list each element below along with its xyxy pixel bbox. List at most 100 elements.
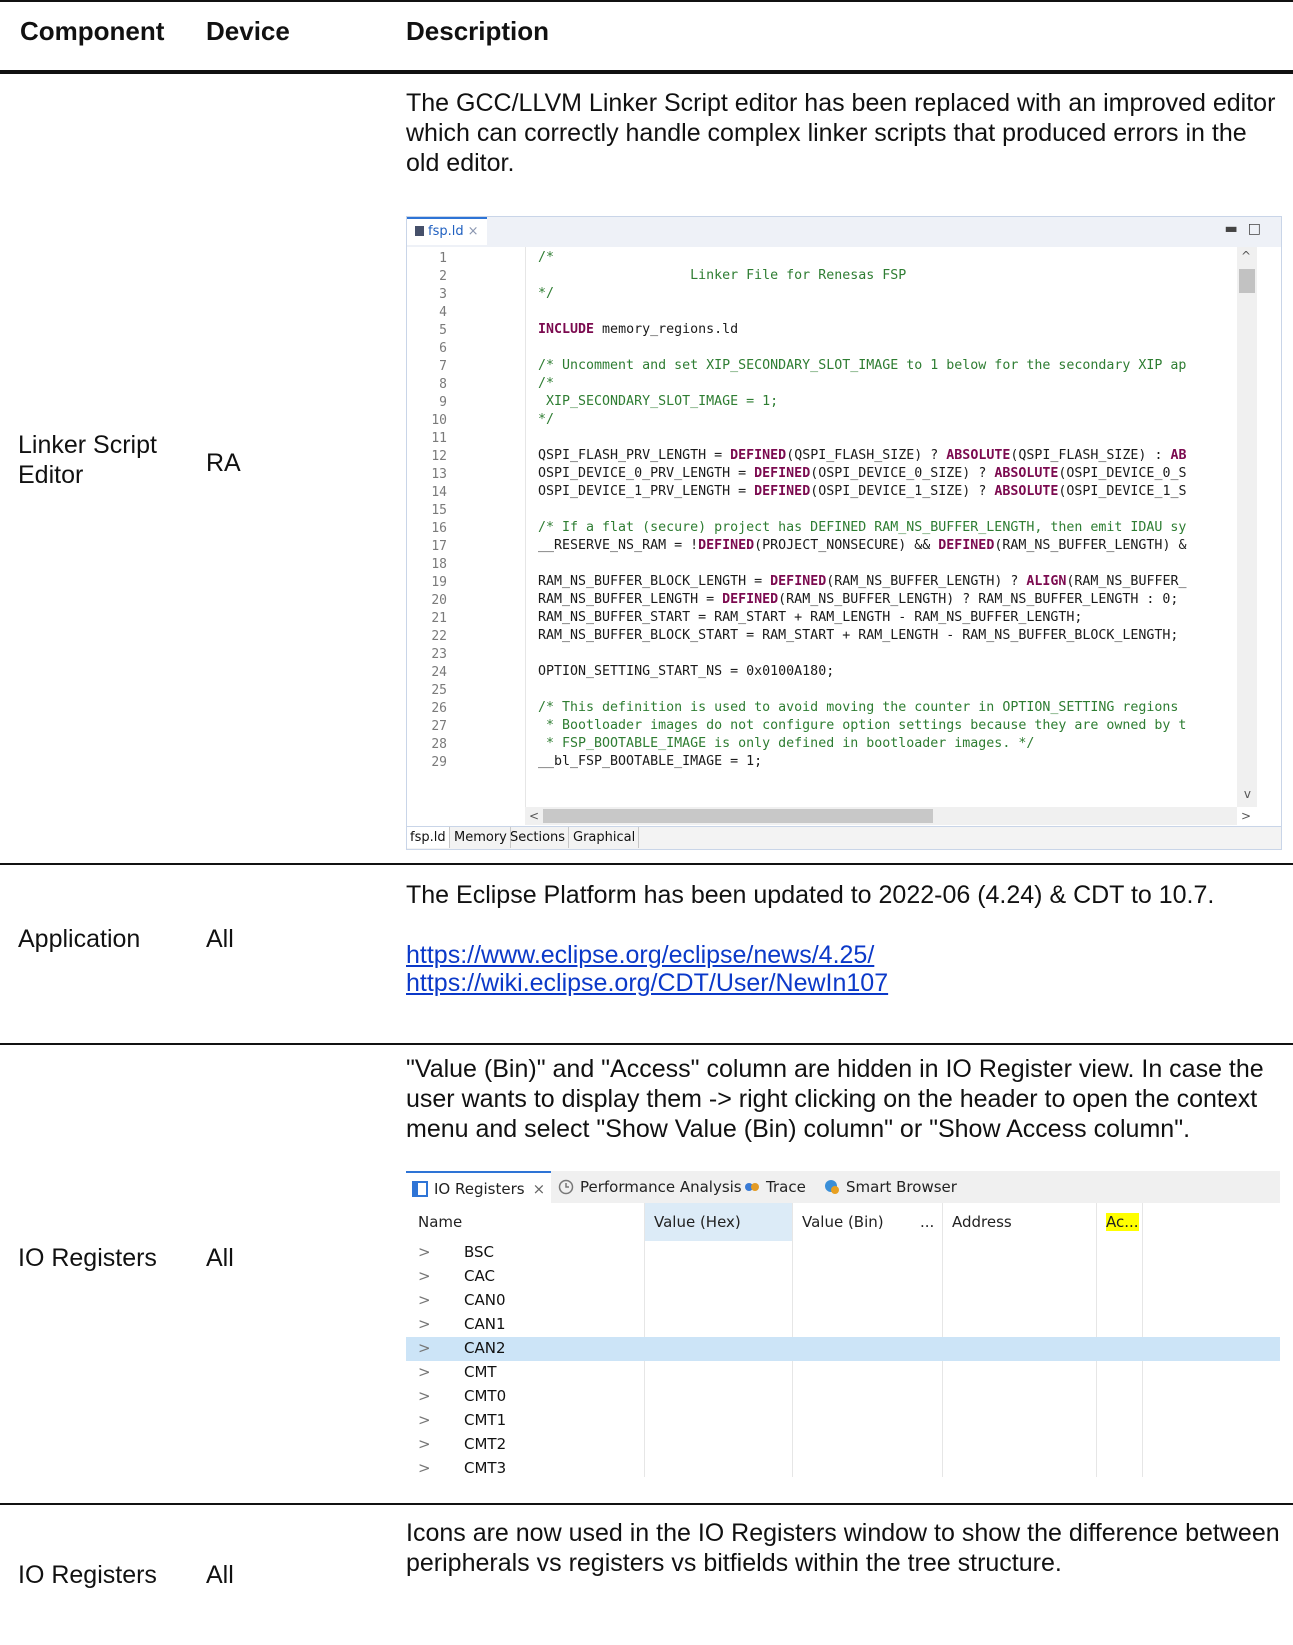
line-number: 8 — [439, 377, 447, 392]
code-line: /* — [538, 250, 555, 265]
scroll-left-icon[interactable]: < — [529, 809, 539, 823]
row2-description: The Eclipse Platform has been updated to… — [406, 881, 1215, 909]
code-area[interactable]: /* Linker File for Renesas FSP */ INCLUD… — [525, 247, 1238, 807]
trace-icon — [744, 1174, 760, 1206]
scrollbar-thumb[interactable] — [1239, 269, 1255, 293]
bottom-tab-graphical[interactable]: Graphical — [570, 827, 640, 848]
code-line: * Bootloader images do not configure opt… — [538, 718, 1187, 733]
row-rule — [0, 1043, 1293, 1045]
line-number: 13 — [431, 467, 447, 482]
chevron-right-icon[interactable]: > — [418, 1435, 431, 1453]
line-number: 16 — [431, 521, 447, 536]
tab-smart-browser[interactable]: Smart Browser — [824, 1171, 957, 1203]
column-access[interactable]: Ac... — [1106, 1213, 1139, 1231]
line-number: 12 — [431, 449, 447, 464]
chevron-right-icon[interactable]: > — [418, 1267, 431, 1285]
code-text: (OSPI_DEVICE_0_S — [1058, 466, 1187, 481]
table-row[interactable]: > CAN1 — [406, 1313, 1280, 1337]
table-row[interactable]: > BSC — [406, 1241, 1280, 1265]
scroll-up-icon[interactable]: ^ — [1241, 249, 1251, 263]
chevron-right-icon[interactable]: > — [418, 1387, 431, 1405]
register-name: CMT2 — [464, 1435, 507, 1453]
row1-description: The GCC/LLVM Linker Script editor has be… — [406, 89, 1276, 177]
horizontal-scrollbar[interactable] — [525, 807, 1237, 825]
line-number: 2 — [439, 269, 447, 284]
bottom-tab-memory[interactable]: Memory — [451, 827, 511, 848]
linker-script-editor: fsp.ld × ▬□ 1 2 3 4 5 6 7 8 9 10 11 12 13… — [406, 216, 1282, 850]
tab-trace[interactable]: Trace — [744, 1171, 806, 1203]
chevron-right-icon[interactable]: > — [418, 1459, 431, 1477]
keyword: ALIGN — [1026, 574, 1067, 589]
scrollbar-thumb[interactable] — [543, 809, 933, 823]
code-text: (RAM_NS_BUFFER_ — [1066, 574, 1187, 589]
table-row[interactable]: > CAN0 — [406, 1289, 1280, 1313]
code-line: /* Uncomment and set XIP_SECONDARY_SLOT_… — [538, 358, 1187, 373]
line-number: 4 — [439, 305, 447, 320]
table-row[interactable]: > CMT3 — [406, 1457, 1280, 1477]
table-top-rule — [0, 0, 1293, 2]
code-text: (PROJECT_NONSECURE) && — [754, 538, 939, 553]
code-line: QSPI_FLASH_PRV_LENGTH = DEFINED(QSPI_FLA… — [538, 448, 1186, 463]
chevron-right-icon[interactable]: > — [418, 1315, 431, 1333]
keyword: DEFINED — [698, 538, 755, 553]
code-line: /* — [538, 376, 555, 391]
column-address[interactable]: Address — [952, 1213, 1012, 1231]
code-text: (RAM_NS_BUFFER_LENGTH) ? RAM_NS_BUFFER_L… — [778, 592, 1179, 607]
table-row[interactable]: > CAC — [406, 1265, 1280, 1289]
chevron-right-icon[interactable]: > — [418, 1339, 431, 1357]
editor-tab-bar: fsp.ld × ▬□ — [407, 217, 1281, 247]
minimize-icon[interactable]: ▬ — [1225, 221, 1248, 237]
line-number: 21 — [431, 611, 447, 626]
keyword: DEFINED — [770, 574, 827, 589]
code-text: (RAM_NS_BUFFER_LENGTH) & — [994, 538, 1187, 553]
code-text: (QSPI_FLASH_SIZE) : — [1010, 448, 1171, 463]
chevron-right-icon[interactable]: > — [418, 1411, 431, 1429]
table-row[interactable]: > CMT1 — [406, 1409, 1280, 1433]
bottom-tab-fsp-ld[interactable]: fsp.ld — [407, 827, 450, 848]
code-line: OSPI_DEVICE_1_PRV_LENGTH = DEFINED(OSPI_… — [538, 484, 1186, 499]
code-line: XIP_SECONDARY_SLOT_IMAGE = 1; — [538, 394, 779, 409]
tab-io-registers[interactable]: IO Registers × — [406, 1171, 552, 1203]
maximize-icon[interactable]: □ — [1248, 221, 1271, 237]
row1-device: RA — [206, 449, 241, 477]
code-line: __bl_FSP_BOOTABLE_IMAGE = 1; — [538, 754, 763, 769]
chevron-right-icon[interactable]: > — [418, 1243, 431, 1261]
close-icon[interactable]: × — [468, 224, 479, 239]
line-number-gutter: 1 2 3 4 5 6 7 8 9 10 11 12 13 14 15 16 1… — [407, 247, 525, 807]
keyword: DEFINED — [754, 484, 811, 499]
column-value-hex[interactable]: Value (Hex) — [654, 1213, 741, 1231]
eclipse-news-link[interactable]: https://www.eclipse.org/eclipse/news/4.2… — [406, 940, 874, 970]
bottom-tab-sections[interactable]: Sections — [507, 827, 570, 848]
scroll-right-icon[interactable]: > — [1241, 809, 1251, 823]
table-row[interactable]: > CMT0 — [406, 1385, 1280, 1409]
line-number: 17 — [431, 539, 447, 554]
clock-icon — [558, 1174, 574, 1206]
close-icon[interactable]: × — [533, 1180, 546, 1198]
column-value-bin[interactable]: Value (Bin) — [802, 1213, 884, 1231]
register-name: CAC — [464, 1267, 495, 1285]
line-number: 26 — [431, 701, 447, 716]
register-name: BSC — [464, 1243, 495, 1261]
vertical-scrollbar[interactable] — [1237, 247, 1257, 807]
register-name: CMT1 — [464, 1411, 507, 1429]
cdt-newin-link[interactable]: https://wiki.eclipse.org/CDT/User/NewIn1… — [406, 968, 888, 998]
header-rule — [0, 70, 1293, 74]
code-text: __RESERVE_NS_RAM = ! — [538, 538, 699, 553]
register-name: CAN1 — [464, 1315, 506, 1333]
chevron-right-icon[interactable]: > — [418, 1363, 431, 1381]
io-registers-view: IO Registers × Performance Analysis Trace… — [406, 1171, 1280, 1477]
column-name[interactable]: Name — [418, 1213, 462, 1231]
scroll-down-icon[interactable]: v — [1244, 787, 1251, 801]
table-row[interactable]: > CMT — [406, 1361, 1280, 1385]
code-line: * FSP_BOOTABLE_IMAGE is only defined in … — [538, 736, 1035, 751]
row4-device: All — [206, 1561, 234, 1589]
editor-tab-fsp-ld[interactable]: fsp.ld × — [407, 217, 487, 245]
table-row-selected[interactable]: > CAN2 — [406, 1337, 1280, 1361]
chevron-right-icon[interactable]: > — [418, 1291, 431, 1309]
tab-label: IO Registers — [434, 1180, 525, 1198]
line-number: 7 — [439, 359, 447, 374]
column-overflow[interactable]: ... — [920, 1213, 934, 1231]
tab-performance-analysis[interactable]: Performance Analysis — [558, 1171, 742, 1203]
table-row[interactable]: > CMT2 — [406, 1433, 1280, 1457]
line-number: 3 — [439, 287, 447, 302]
